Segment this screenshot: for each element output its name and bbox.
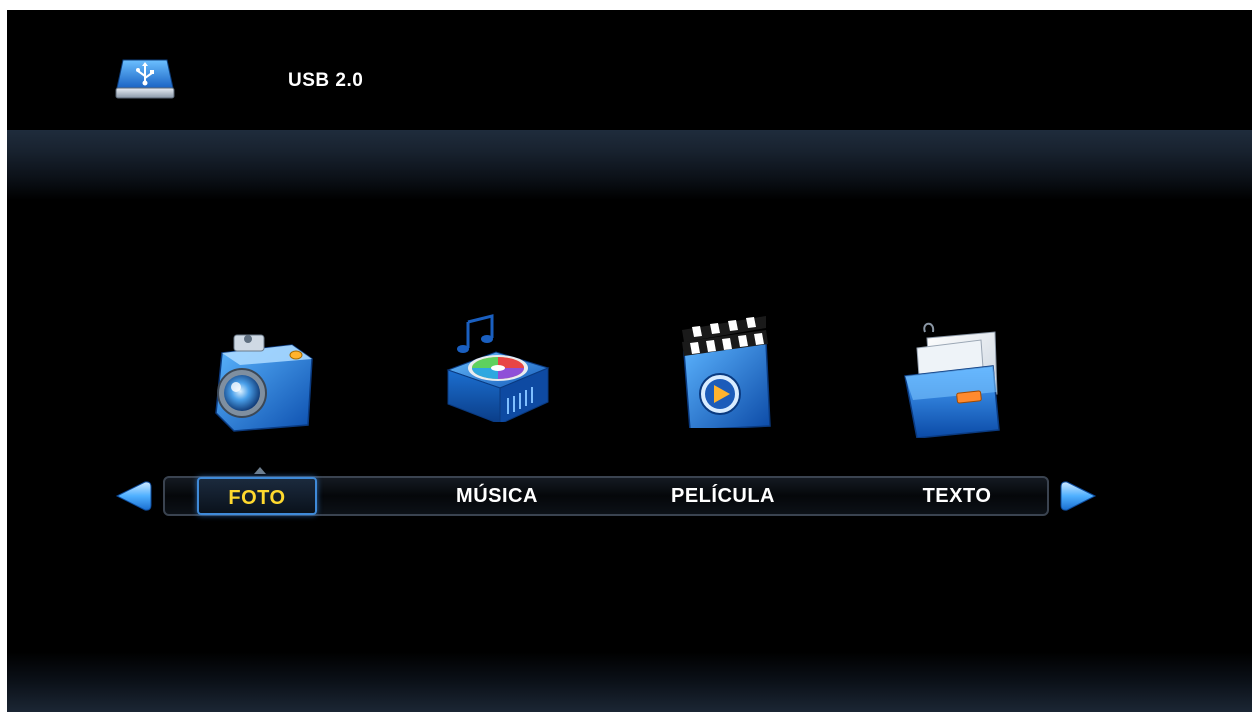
header-divider-band: [7, 130, 1252, 200]
arrow-right-icon[interactable]: [1059, 481, 1097, 511]
selection-pointer: [254, 467, 266, 474]
menu-item-musica[interactable]: MÚSICA: [417, 478, 577, 514]
footer-band: [7, 652, 1252, 712]
media-menu-bar: FOTO MÚSICA PELÍCULA TEXTO: [163, 476, 1049, 516]
camera-icon[interactable]: [204, 315, 324, 435]
folder-document-icon[interactable]: [887, 318, 1007, 438]
header: USB 2.0: [7, 10, 1252, 130]
usb-drive-icon: [115, 59, 175, 99]
device-title: USB 2.0: [288, 70, 364, 91]
menu-item-pelicula[interactable]: PELÍCULA: [643, 478, 803, 514]
menu-item-texto[interactable]: TEXTO: [877, 478, 1037, 514]
menu-item-foto[interactable]: FOTO: [197, 477, 317, 515]
media-player-screen: USB 2.0 FOTO MÚSICA PELÍCULA TEXTO: [7, 10, 1252, 712]
clapperboard-icon[interactable]: [662, 308, 782, 428]
arrow-left-icon[interactable]: [115, 481, 153, 511]
music-player-icon[interactable]: [434, 302, 554, 422]
